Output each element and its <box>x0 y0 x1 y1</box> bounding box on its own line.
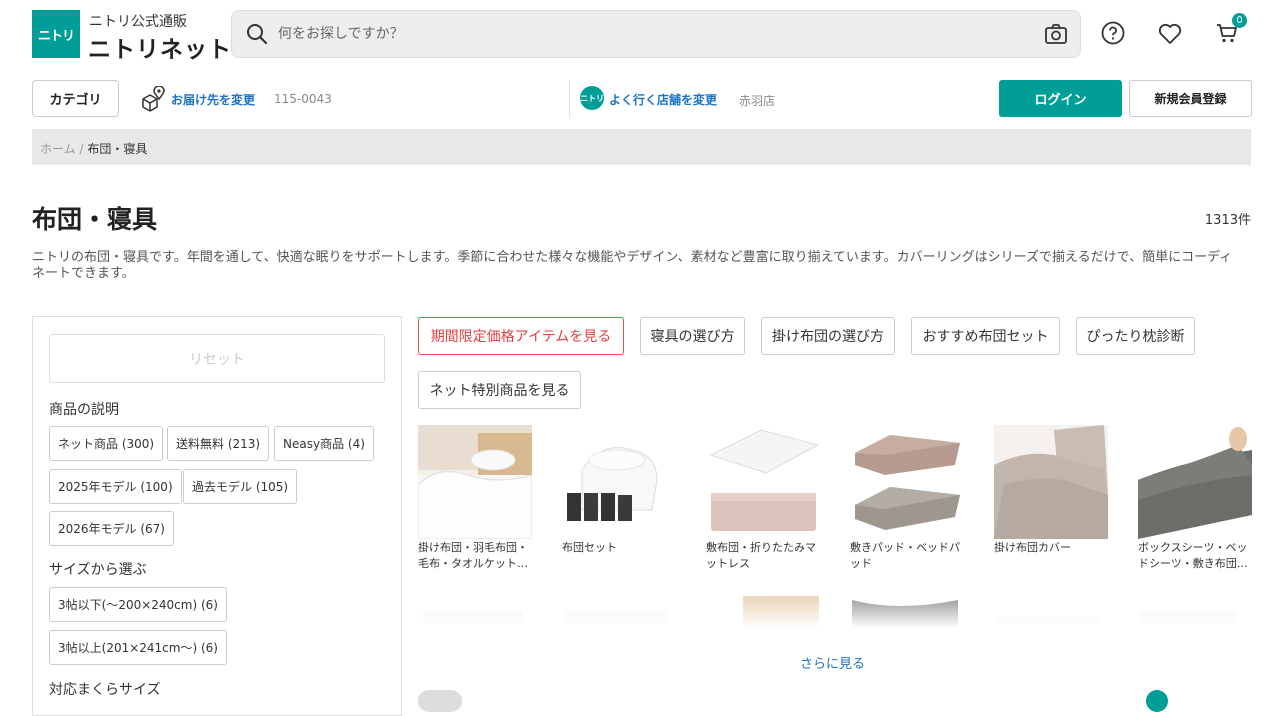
page-description: ニトリの布団・寝具です。年間を通して、快適な眠りをサポートします。季節に合わせた… <box>32 250 1233 281</box>
filter-heading-pillow-size: 対応まくらサイズ <box>49 682 161 698</box>
futon-set-button[interactable]: おすすめ布団セット <box>911 317 1060 355</box>
category-image <box>850 425 964 539</box>
category-label: 敷布団・折りたたみマットレス <box>706 541 816 570</box>
filter-chip[interactable]: 2025年モデル (100) <box>49 469 182 504</box>
search-icon[interactable] <box>246 23 268 49</box>
bedding-guide-button[interactable]: 寝具の選び方 <box>640 317 745 355</box>
category-card[interactable]: 布団セット <box>562 425 676 556</box>
teal-dot-icon[interactable] <box>1146 690 1168 712</box>
register-button[interactable]: 新規会員登録 <box>1129 80 1252 117</box>
delivery-location-icon[interactable] <box>140 85 166 116</box>
category-label: 掛け布団・羽毛布団・毛布・タオルケット… <box>418 541 528 570</box>
store-name: 赤羽店 <box>739 94 776 108</box>
search-bar <box>231 10 1081 58</box>
search-input[interactable] <box>278 11 1018 57</box>
net-special-button[interactable]: ネット特別商品を見る <box>418 371 581 409</box>
category-card[interactable]: 掛け布団カバー <box>994 425 1108 556</box>
filter-chip[interactable]: 過去モデル (105) <box>183 469 298 504</box>
category-label: 布団セット <box>562 541 617 554</box>
result-count: 1313件 <box>1204 213 1251 228</box>
category-card[interactable]: 敷きパッド・ベッドパッド <box>850 425 964 572</box>
category-card[interactable]: 敷布団・折りたたみマットレス <box>706 425 820 572</box>
cart-count-badge: 0 <box>1232 13 1247 28</box>
delivery-zip: 115-0043 <box>274 92 332 106</box>
login-button[interactable]: ログイン <box>999 80 1122 117</box>
change-store-link[interactable]: よく行く店舗を変更 <box>609 91 717 108</box>
camera-icon[interactable] <box>1044 23 1068 49</box>
help-icon[interactable] <box>1101 21 1125 49</box>
comforter-guide-button[interactable]: 掛け布団の選び方 <box>761 317 895 355</box>
logo-icon[interactable]: ニトリ <box>32 10 80 58</box>
category-label: 敷きパッド・ベッドパッド <box>850 541 960 570</box>
category-button[interactable]: カテゴリ <box>32 80 119 117</box>
filter-chip[interactable]: 2026年モデル (67) <box>49 511 174 546</box>
filter-heading-product-desc: 商品の説明 <box>49 402 119 418</box>
logo-subtitle[interactable]: ニトリ公式通販 <box>89 11 187 31</box>
heart-icon[interactable] <box>1158 23 1182 49</box>
breadcrumb-separator: / <box>79 142 84 156</box>
page-title: 布団・寝具 <box>32 205 158 234</box>
filter-chip[interactable]: 3帖以上(201×241cm～) (6) <box>49 630 227 665</box>
logo-title[interactable]: ニトリネット <box>88 30 232 64</box>
toggle-switch[interactable] <box>418 690 462 712</box>
breadcrumb-home-link[interactable]: ホーム <box>40 142 76 156</box>
filter-chip[interactable]: 3帖以下(～200×240cm) (6) <box>49 587 227 622</box>
breadcrumb: ホーム / 布団・寝具 <box>32 129 1251 165</box>
category-card[interactable]: ボックスシーツ・ベッドシーツ・敷き布団… <box>1138 425 1252 572</box>
site-header: ニトリ ニトリ公式通販 ニトリネット 0 <box>0 0 1280 70</box>
breadcrumb-current: 布団・寝具 <box>87 142 148 156</box>
category-image <box>1138 425 1252 539</box>
reset-button[interactable]: リセット <box>49 334 385 383</box>
category-label: ボックスシーツ・ベッドシーツ・敷き布団… <box>1138 541 1248 570</box>
divider <box>569 80 570 117</box>
change-delivery-link[interactable]: お届け先を変更 <box>171 91 255 108</box>
category-image <box>706 425 820 539</box>
category-image <box>418 425 532 539</box>
more-categories-preview <box>418 592 1252 632</box>
category-card[interactable]: 掛け布団・羽毛布団・毛布・タオルケット… <box>418 425 532 572</box>
category-image <box>994 425 1108 539</box>
limited-price-button[interactable]: 期間限定価格アイテムを見る <box>418 317 624 355</box>
category-image <box>562 425 676 539</box>
category-label: 掛け布団カバー <box>994 541 1071 554</box>
filter-chip[interactable]: 送料無料 (213) <box>167 426 270 461</box>
store-logo-icon: ニトリ <box>580 86 604 110</box>
filter-chip[interactable]: Neasy商品 (4) <box>274 426 374 461</box>
filter-sidebar: リセット 商品の説明 ネット商品 (300) 送料無料 (213) Neasy商… <box>32 316 402 716</box>
filter-chip[interactable]: ネット商品 (300) <box>49 426 164 461</box>
filter-heading-size: サイズから選ぶ <box>49 562 147 578</box>
fade-overlay <box>418 592 1252 632</box>
pillow-diagnosis-button[interactable]: ぴったり枕診断 <box>1076 317 1195 355</box>
see-more-link[interactable]: さらに見る <box>800 653 865 672</box>
